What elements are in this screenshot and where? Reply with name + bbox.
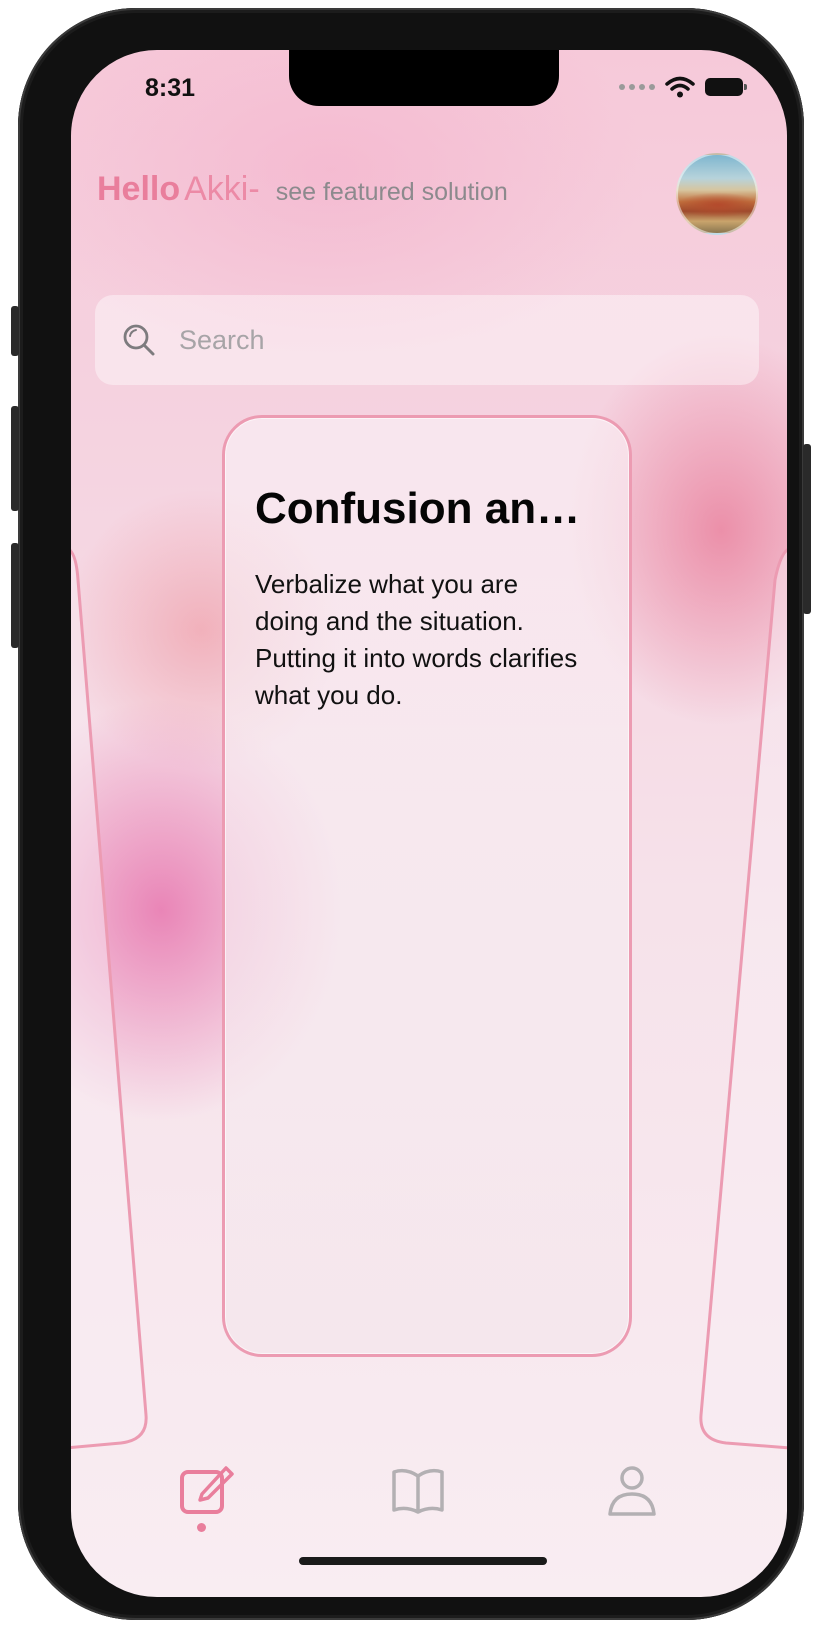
book-icon[interactable] — [388, 1460, 448, 1520]
search-bar[interactable]: Search — [95, 295, 759, 385]
search-input[interactable]: Search — [179, 325, 265, 356]
avatar[interactable] — [676, 153, 758, 235]
greeting-hello: Hello — [97, 170, 181, 208]
card-title: Confusion an… — [255, 484, 581, 533]
next-card[interactable] — [691, 490, 787, 1450]
battery-icon — [705, 78, 747, 96]
volume-up-button — [11, 406, 19, 511]
app-screen: 8:31 Hello Akki- see featured solution S… — [71, 50, 787, 1597]
volume-down-button — [11, 543, 19, 648]
wifi-icon — [665, 76, 695, 98]
power-button — [803, 444, 811, 614]
search-icon — [123, 324, 155, 356]
selected-tab-indicator — [197, 1523, 206, 1532]
phone-frame: 8:31 Hello Akki- see featured solution S… — [11, 8, 811, 1620]
greeting: Hello Akki- see featured solution — [97, 170, 508, 209]
person-icon[interactable] — [602, 1460, 662, 1520]
featured-solution-link[interactable]: see featured solution — [276, 178, 508, 207]
home-indicator[interactable] — [299, 1557, 547, 1565]
status-icons — [619, 76, 747, 98]
compose-icon[interactable] — [176, 1460, 236, 1520]
tab-bar — [71, 1450, 787, 1570]
greeting-name: Akki- — [184, 170, 260, 208]
solution-card[interactable]: Confusion an… Verbalize what you are doi… — [222, 415, 632, 1357]
card-body: Verbalize what you are doing and the sit… — [255, 569, 578, 710]
status-time: 8:31 — [145, 74, 196, 102]
previous-card[interactable] — [71, 490, 156, 1450]
signal-dots-icon — [619, 84, 655, 90]
mute-switch — [11, 306, 19, 356]
notch — [289, 50, 559, 106]
